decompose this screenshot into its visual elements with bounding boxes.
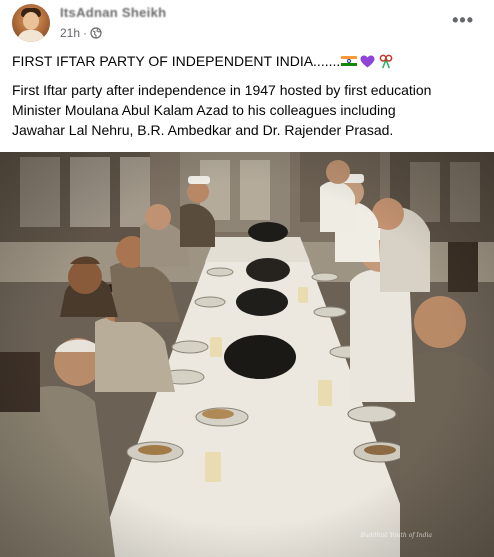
post-timestamp[interactable]: 21h: [60, 26, 80, 40]
iftar-party-photo: [0, 152, 494, 557]
post-body-line: Minister Moulana Abul Kalam Azad to his …: [12, 102, 396, 118]
post-title-text: FIRST IFTAR PARTY OF INDEPENDENT INDIA..…: [12, 53, 341, 69]
more-options-icon[interactable]: •••: [452, 10, 474, 31]
globe-icon: [90, 27, 102, 39]
post-photo[interactable]: Buddhist Youth of India: [0, 152, 494, 557]
author-name[interactable]: ItsAdnan Sheikh: [60, 5, 166, 20]
india-flag-icon: [341, 55, 358, 67]
meta-separator: ·: [83, 26, 88, 40]
avatar-face: [23, 12, 39, 30]
post-body: First Iftar party after independence in …: [12, 80, 482, 140]
post-body-line: First Iftar party after independence in …: [12, 82, 432, 98]
purple-heart-icon: [360, 54, 375, 68]
avatar-shirt: [17, 30, 45, 42]
post-header: ItsAdnan Sheikh 21h · •••: [12, 4, 482, 44]
facebook-post: ItsAdnan Sheikh 21h · ••• FIRST IFTAR PA…: [0, 0, 494, 557]
photo-watermark: Buddhist Youth of India: [360, 532, 432, 539]
author-avatar[interactable]: [12, 4, 50, 42]
post-meta: 21h ·: [60, 26, 102, 40]
ribbon-icon: [379, 54, 393, 68]
post-title: FIRST IFTAR PARTY OF INDEPENDENT INDIA..…: [12, 53, 393, 69]
post-body-line: Jawahar Lal Nehru, B.R. Ambedkar and Dr.…: [12, 122, 394, 138]
